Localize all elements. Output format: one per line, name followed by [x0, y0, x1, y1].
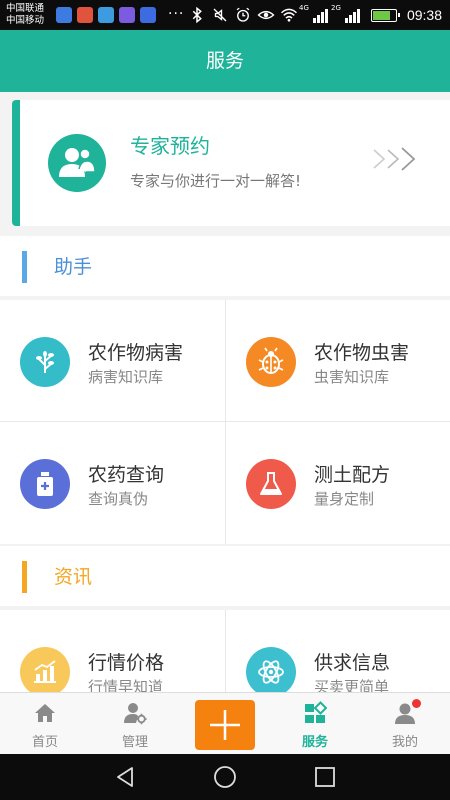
grid-item-soil-testing[interactable]: 测土配方 量身定制 [225, 422, 450, 544]
grid-item-title: 行情价格 [88, 652, 165, 674]
triple-chevron-right-icon [373, 147, 416, 171]
grid-item-title: 测土配方 [314, 464, 391, 486]
section-bar [22, 561, 27, 593]
grid-item-subtitle: 虫害知识库 [314, 368, 390, 386]
expert-appointment-card[interactable]: 专家预约 专家与你进行一对一解答! [12, 100, 450, 226]
page-title: 服务 [0, 30, 450, 92]
news-grid: 行情价格 行情早知道 供求信息 买卖更简单 [0, 610, 450, 692]
network-type-2: 2G [331, 4, 341, 12]
expert-subtitle: 专家与你进行一对一解答! [130, 172, 302, 190]
signal-strength-1: 4G [299, 4, 328, 23]
grid-item-subtitle: 行情早知道 [88, 678, 164, 692]
grid-item-crop-pest[interactable]: 农作物虫害 虫害知识库 [225, 300, 450, 422]
mute-icon [213, 8, 227, 22]
home-icon [35, 704, 55, 722]
plus-icon [210, 710, 240, 740]
grid-item-title: 农作物虫害 [314, 342, 410, 364]
nav-home[interactable]: 首页 [0, 693, 90, 755]
back-icon[interactable] [113, 765, 137, 789]
section-assistant: 助手 [0, 236, 450, 296]
bar-chart-icon [20, 647, 70, 692]
grid-icon [305, 701, 327, 723]
section-news: 资讯 [0, 546, 450, 606]
carrier-1: 中国联通 [6, 3, 45, 14]
bottom-nav: 首页 管理 服务 我的 [0, 692, 450, 754]
users-icon [48, 134, 106, 192]
nav-label: 服务 [301, 735, 328, 750]
nav-manage[interactable]: 管理 [90, 693, 180, 755]
status-bar: 中国联通 中国移动 ··· 4G 2G 09:38 [0, 0, 450, 30]
nav-label: 管理 [121, 735, 148, 750]
wifi-icon [280, 8, 298, 22]
grid-item-subtitle: 病害知识库 [88, 368, 164, 386]
carrier-2: 中国移动 [6, 15, 45, 26]
flask-icon [246, 459, 296, 509]
nav-service[interactable]: 服务 [270, 693, 360, 755]
notification-icons [56, 7, 156, 23]
grid-item-supply-demand[interactable]: 供求信息 买卖更简单 [225, 610, 450, 692]
network-type-1: 4G [299, 4, 309, 12]
alarm-icon [236, 7, 250, 22]
assistant-grid: 农作物病害 病害知识库 农作物虫害 虫害知识库 农药查询 查询真伪 测土配方 量… [0, 300, 450, 544]
section-bar [22, 251, 27, 283]
grid-item-subtitle: 查询真伪 [88, 490, 149, 508]
atom-icon [246, 647, 296, 692]
grid-item-market-price[interactable]: 行情价格 行情早知道 [0, 610, 225, 692]
grid-item-title: 农药查询 [88, 464, 165, 486]
carrier-info: 中国联通 中国移动 [6, 3, 44, 27]
grid-item-title: 农作物病害 [88, 342, 184, 364]
notification-app-icon [77, 7, 93, 23]
system-nav-bar [0, 754, 450, 800]
notification-app-icon [98, 7, 114, 23]
nav-label: 我的 [391, 735, 418, 750]
notification-badge [412, 699, 421, 708]
ladybug-icon [246, 337, 296, 387]
user-gear-icon [124, 703, 147, 725]
status-time: 09:38 [406, 7, 442, 23]
notification-app-icon [140, 7, 156, 23]
pesticide-bottle-icon [20, 459, 70, 509]
expert-title: 专家预约 [130, 134, 210, 158]
signal-strength-2: 2G [331, 4, 360, 23]
more-notifications: ··· [168, 6, 185, 22]
notification-app-icon [56, 7, 72, 23]
grid-item-subtitle: 量身定制 [314, 490, 375, 508]
section-label: 资讯 [54, 566, 93, 588]
grid-item-pesticide-query[interactable]: 农药查询 查询真伪 [0, 422, 225, 544]
system-icons: 4G 2G [188, 4, 400, 24]
bluetooth-icon [192, 6, 202, 24]
nav-mine[interactable]: 我的 [360, 693, 450, 755]
grid-item-title: 供求信息 [314, 652, 391, 674]
section-label: 助手 [54, 256, 93, 278]
eye-icon [257, 10, 275, 20]
home-circle-icon[interactable] [213, 765, 237, 789]
battery-icon [371, 8, 400, 22]
recents-icon[interactable] [313, 765, 337, 789]
plant-icon [20, 337, 70, 387]
nav-label: 首页 [31, 735, 58, 750]
add-button[interactable] [195, 700, 255, 750]
grid-item-subtitle: 买卖更简单 [314, 678, 390, 692]
grid-item-crop-disease[interactable]: 农作物病害 病害知识库 [0, 300, 225, 422]
notification-app-icon [119, 7, 135, 23]
